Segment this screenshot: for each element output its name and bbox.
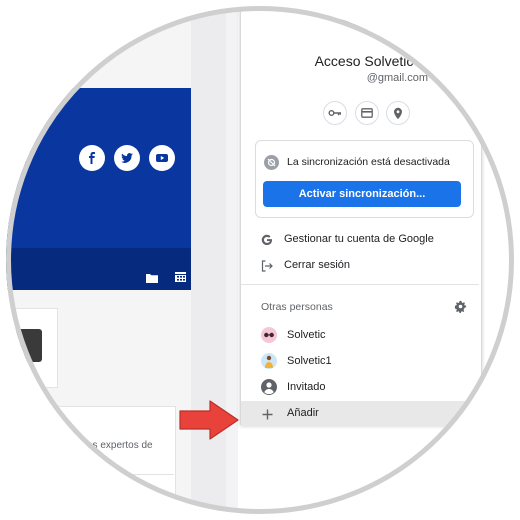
twitter-button[interactable] bbox=[114, 145, 140, 171]
facebook-icon bbox=[89, 152, 95, 164]
profile-item-solvetic1[interactable]: Solvetic1 bbox=[287, 355, 332, 367]
payment-card-icon bbox=[361, 108, 373, 118]
google-g-icon bbox=[261, 233, 273, 251]
folder-icon[interactable] bbox=[145, 271, 159, 285]
youtube-button[interactable] bbox=[149, 145, 175, 171]
add-person-row[interactable] bbox=[241, 401, 479, 426]
facebook-button[interactable] bbox=[79, 145, 105, 171]
sync-status: La sincronización está desactivada bbox=[287, 156, 450, 168]
manage-account-link[interactable]: Gestionar tu cuenta de Google bbox=[284, 233, 434, 245]
addresses-button[interactable] bbox=[386, 101, 410, 125]
sign-out-icon bbox=[261, 259, 273, 277]
account-email: @gmail.com bbox=[366, 72, 428, 84]
plus-icon bbox=[262, 407, 273, 425]
youtube-icon bbox=[156, 154, 168, 162]
site-dark-button[interactable] bbox=[6, 329, 42, 362]
payment-methods-button[interactable] bbox=[355, 101, 379, 125]
site-content-card bbox=[6, 406, 176, 514]
calendar-icon[interactable] bbox=[174, 270, 188, 284]
sync-off-icon bbox=[264, 155, 279, 170]
twitter-icon bbox=[121, 153, 133, 163]
profile-avatar-solvetic1 bbox=[261, 353, 277, 369]
site-card-divider bbox=[6, 474, 174, 475]
sign-out-link[interactable]: Cerrar sesión bbox=[284, 259, 350, 271]
profile-item-solvetic[interactable]: Solvetic bbox=[287, 329, 326, 341]
site-navbar bbox=[6, 248, 197, 290]
account-name: Acceso Solvetic bbox=[314, 53, 414, 69]
add-person-label: Añadir bbox=[287, 407, 319, 419]
location-pin-icon bbox=[394, 107, 402, 119]
other-people-heading: Otras personas bbox=[261, 301, 333, 313]
passwords-key-icon bbox=[328, 110, 341, 116]
red-arrow-icon bbox=[178, 399, 240, 446]
zoom-lens: es expertos de Acceso Solvetic @gmail.co… bbox=[6, 6, 514, 514]
manage-people-gear-icon[interactable] bbox=[454, 300, 467, 318]
menu-divider bbox=[241, 284, 479, 285]
avatar-camera-icon[interactable] bbox=[371, 25, 384, 38]
passwords-button[interactable] bbox=[323, 101, 347, 125]
site-card-text: es expertos de bbox=[87, 440, 153, 451]
profile-avatar-solvetic bbox=[261, 327, 277, 343]
enable-sync-button[interactable]: Activar sincronización... bbox=[263, 181, 461, 207]
guest-avatar-icon bbox=[261, 379, 277, 395]
profile-item-guest[interactable]: Invitado bbox=[287, 381, 326, 393]
